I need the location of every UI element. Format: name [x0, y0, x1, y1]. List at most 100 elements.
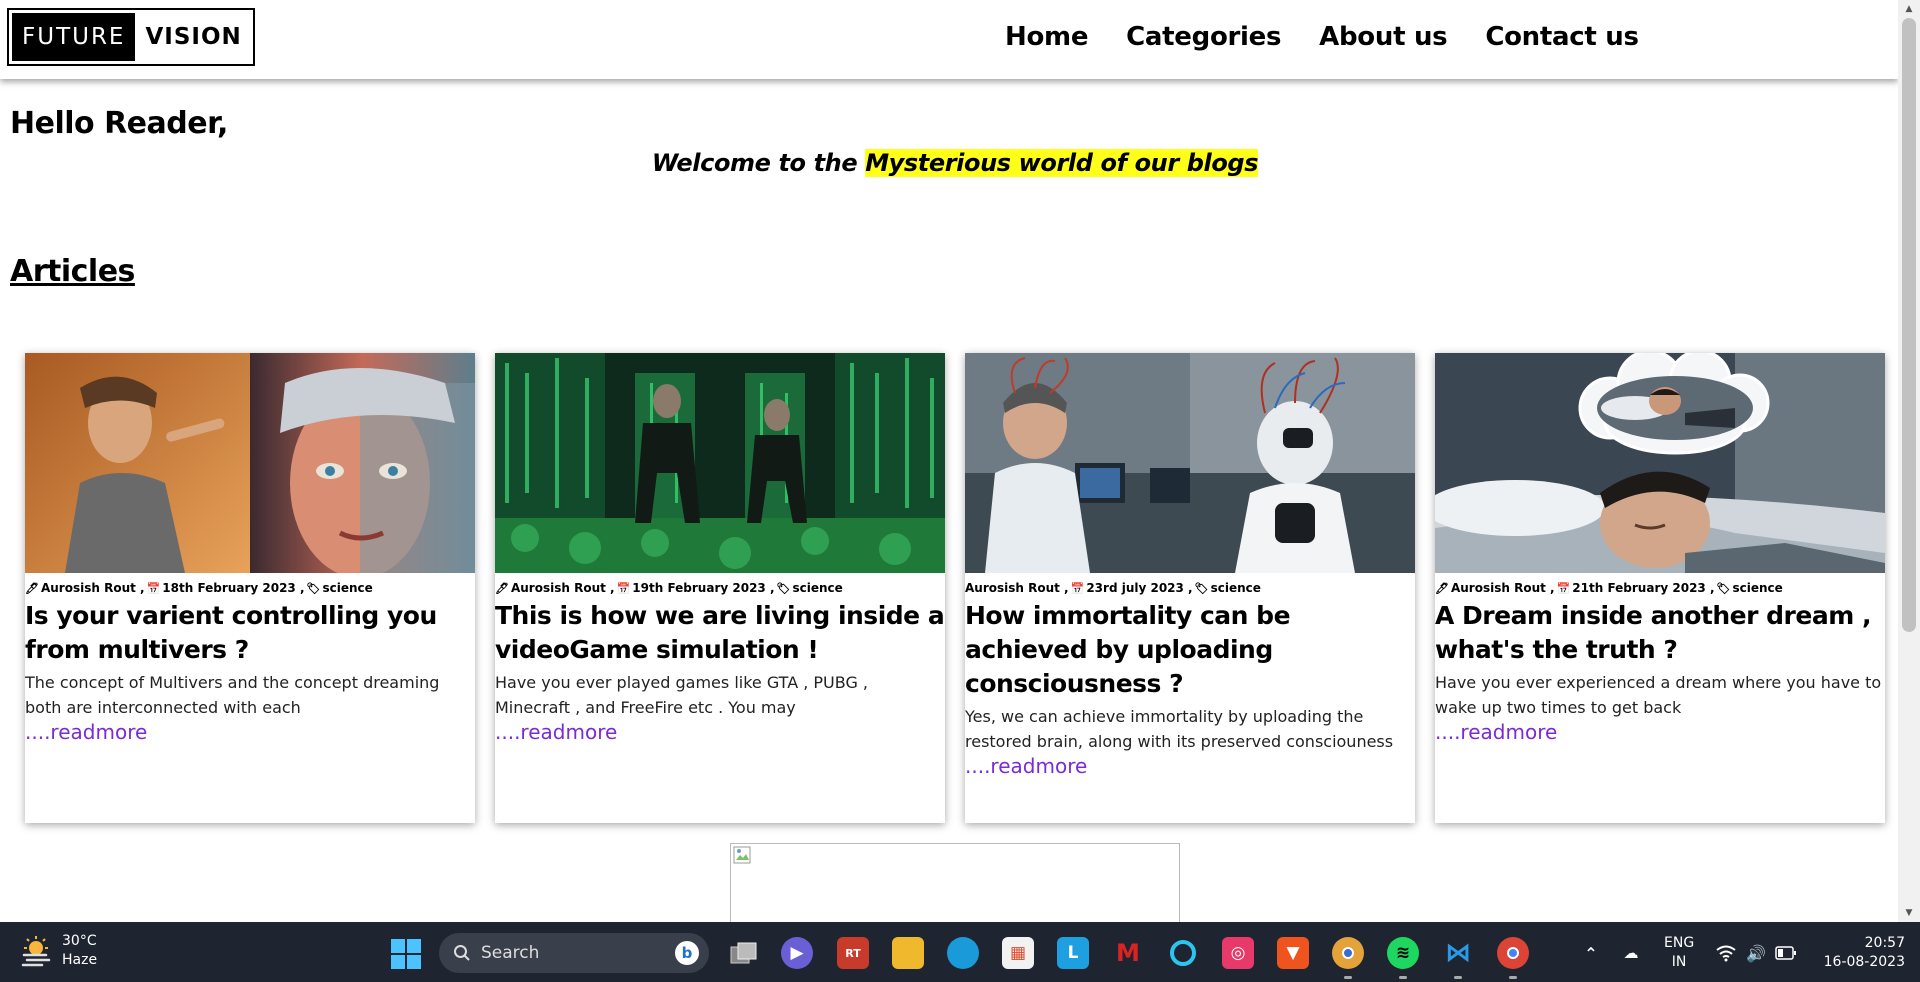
readmore-link[interactable]: ....readmore — [965, 754, 1415, 778]
category-icon: 🏷 — [1194, 581, 1209, 595]
articles-heading: Articles — [10, 254, 135, 289]
logo-right-text: VISION — [145, 24, 242, 50]
article-author: Aurosish Rout , — [40, 581, 145, 595]
article-date: 18th February 2023 , — [162, 581, 305, 595]
onedrive-icon[interactable]: ☁ — [1615, 937, 1647, 969]
taskbar-search[interactable]: Search b — [439, 933, 709, 973]
article-meta: 🖊 Aurosish Rout , 📅 19th February 2023 ,… — [495, 579, 945, 597]
article-author: Aurosish Rout , — [965, 581, 1069, 595]
pen-icon: 🖊 — [25, 581, 39, 595]
game-icon[interactable]: RT — [837, 937, 869, 969]
readmore-link[interactable]: ....readmore — [1435, 720, 1885, 744]
bing-icon[interactable]: b — [675, 941, 699, 965]
article-cards: 🖊 Aurosish Rout , 📅 18th February 2023 ,… — [25, 353, 1885, 823]
search-placeholder: Search — [481, 943, 540, 963]
site-navbar: FUTURE VISION Home Categories About us C… — [0, 0, 1898, 79]
start-button[interactable] — [391, 939, 421, 969]
category-icon: 🏷 — [1716, 581, 1731, 595]
site-logo[interactable]: FUTURE VISION — [7, 8, 255, 66]
broken-image — [730, 843, 1180, 922]
task-view-icon[interactable] — [728, 937, 760, 969]
windows-logo-pane-1 — [391, 939, 405, 953]
language-indicator[interactable]: ENG IN — [1664, 934, 1694, 972]
article-author: Aurosish Rout , — [510, 581, 615, 595]
battery-icon[interactable] — [1770, 937, 1802, 969]
teams-icon[interactable]: ▶ — [781, 937, 813, 969]
article-title[interactable]: This is how we are living inside a video… — [495, 599, 945, 667]
article-author: Aurosish Rout , — [1450, 581, 1555, 595]
article-image-dream[interactable] — [1435, 353, 1885, 573]
pen-icon: 🖊 — [495, 581, 509, 595]
article-category: science — [1210, 581, 1261, 595]
article-date: 23rd july 2023 , — [1086, 581, 1193, 595]
chrome-canary-icon[interactable] — [1332, 937, 1364, 969]
article-image-simulation[interactable] — [495, 353, 945, 573]
edge-icon[interactable] — [947, 937, 979, 969]
welcome-line: Welcome to the Mysterious world of our b… — [0, 149, 1898, 177]
weather-temp: 30°C — [62, 933, 97, 949]
scroll-up-arrow-icon[interactable]: ▲ — [1904, 4, 1914, 14]
alexa-icon[interactable] — [1167, 937, 1199, 969]
article-meta: Aurosish Rout , 📅 23rd july 2023 , 🏷 sci… — [965, 579, 1415, 597]
clock-time: 20:57 — [1864, 935, 1905, 951]
welcome-prefix: Welcome to the — [651, 149, 866, 177]
article-title[interactable]: A Dream inside another dream , what's th… — [1435, 599, 1885, 667]
page-scrollbar[interactable]: ▲ ▼ — [1898, 0, 1920, 922]
article-image-multiverse[interactable] — [25, 353, 475, 573]
launcher-icon[interactable]: L — [1057, 937, 1089, 969]
article-category: science — [792, 581, 843, 595]
nav-contact[interactable]: Contact us — [1485, 22, 1639, 52]
windows-logo-pane-3 — [391, 955, 405, 969]
article-card[interactable]: Aurosish Rout , 📅 23rd july 2023 , 🏷 sci… — [965, 353, 1415, 823]
article-card[interactable]: 🖊 Aurosish Rout , 📅 18th February 2023 ,… — [25, 353, 475, 823]
nav-home[interactable]: Home — [1005, 22, 1088, 52]
taskbar: 30°C Haze Search b ▶ RT ▦ L M ◎ ▼ ≋ ⋈ ⌃ … — [0, 922, 1920, 982]
article-title[interactable]: How immortality can be achieved by uploa… — [965, 599, 1415, 701]
language-code: ENG — [1664, 935, 1695, 951]
brave-icon[interactable]: ▼ — [1277, 937, 1309, 969]
store-icon[interactable]: ▦ — [1002, 937, 1034, 969]
vscode-icon[interactable]: ⋈ — [1442, 937, 1474, 969]
chrome-running-indicator — [1509, 976, 1517, 979]
nav-categories[interactable]: Categories — [1126, 22, 1281, 52]
article-excerpt: Have you ever experienced a dream where … — [1435, 673, 1882, 717]
calendar-icon: 📅 — [146, 581, 161, 595]
volume-icon[interactable]: 🔊 — [1740, 937, 1772, 969]
browser-viewport: FUTURE VISION Home Categories About us C… — [0, 0, 1898, 922]
article-card[interactable]: 🖊 Aurosish Rout , 📅 19th February 2023 ,… — [495, 353, 945, 823]
greeting-heading: Hello Reader, — [10, 106, 228, 141]
chevron-up-icon[interactable]: ⌃ — [1575, 937, 1607, 969]
weather-widget[interactable]: 30°C Haze — [20, 932, 97, 970]
search-icon — [454, 945, 470, 961]
mcafee-icon[interactable]: M — [1112, 937, 1144, 969]
category-icon: 🏷 — [306, 581, 321, 595]
article-date: 21th February 2023 , — [1572, 581, 1715, 595]
spotify-running-indicator — [1399, 976, 1407, 979]
article-excerpt: The concept of Multivers and the concept… — [25, 673, 440, 717]
chrome-canary-running-indicator — [1344, 976, 1352, 979]
calendar-icon: 📅 — [616, 581, 631, 595]
article-card[interactable]: 🖊 Aurosish Rout , 📅 21th February 2023 ,… — [1435, 353, 1885, 823]
article-excerpt: Yes, we can achieve immortality by uploa… — [965, 707, 1394, 751]
article-meta: 🖊 Aurosish Rout , 📅 18th February 2023 ,… — [25, 579, 475, 597]
scroll-thumb[interactable] — [1902, 18, 1916, 632]
file-explorer-icon[interactable] — [892, 937, 924, 969]
article-category: science — [1732, 581, 1783, 595]
nav-about[interactable]: About us — [1319, 22, 1447, 52]
creative-cloud-icon[interactable]: ◎ — [1222, 937, 1254, 969]
wifi-icon[interactable] — [1710, 937, 1742, 969]
article-image-immortality[interactable] — [965, 353, 1415, 573]
readmore-link[interactable]: ....readmore — [25, 720, 475, 744]
vscode-running-indicator — [1454, 976, 1462, 979]
pen-icon: 🖊 — [1435, 581, 1449, 595]
scroll-down-arrow-icon[interactable]: ▼ — [1904, 908, 1914, 918]
system-clock[interactable]: 20:57 16-08-2023 — [1815, 934, 1905, 972]
spotify-icon[interactable]: ≋ — [1387, 937, 1419, 969]
windows-logo-pane-4 — [407, 955, 421, 969]
category-icon: 🏷 — [776, 581, 791, 595]
chrome-icon[interactable] — [1497, 937, 1529, 969]
article-title[interactable]: Is your varient controlling you from mul… — [25, 599, 475, 667]
readmore-link[interactable]: ....readmore — [495, 720, 945, 744]
calendar-icon: 📅 — [1556, 581, 1571, 595]
article-date: 19th February 2023 , — [632, 581, 775, 595]
